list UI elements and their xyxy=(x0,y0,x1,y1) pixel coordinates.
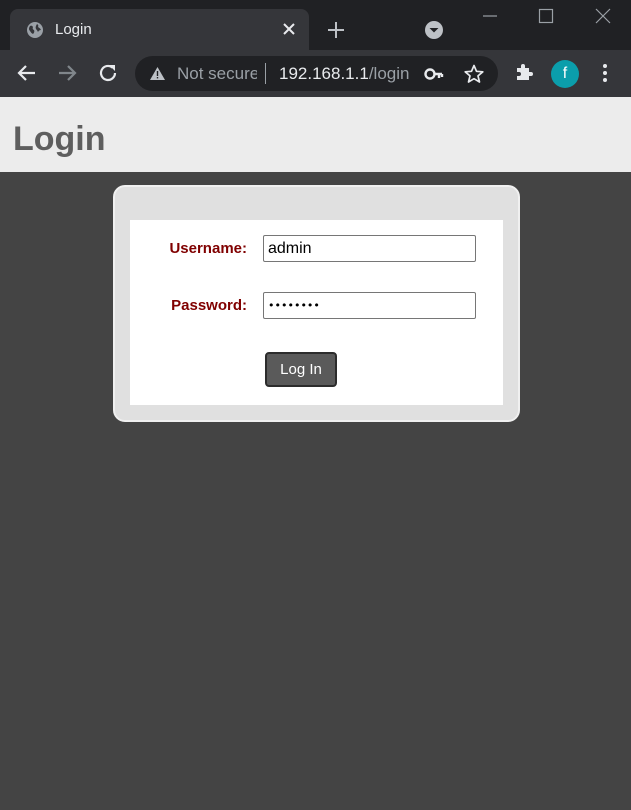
bookmark-star-icon[interactable] xyxy=(463,63,485,85)
warning-icon[interactable] xyxy=(149,65,166,82)
password-field[interactable]: •••••••• xyxy=(263,292,476,319)
key-icon[interactable] xyxy=(424,64,444,84)
minimize-icon[interactable] xyxy=(480,6,500,26)
address-separator xyxy=(265,63,266,84)
password-label: Password: xyxy=(171,297,247,314)
tab-strip: Login xyxy=(0,0,631,50)
maximize-icon[interactable] xyxy=(536,6,556,26)
page-header: Login xyxy=(0,97,631,172)
url-host: 192.168.1.1 xyxy=(279,64,369,83)
browser-toolbar: Not secure 192.168.1.1/login f xyxy=(0,50,631,97)
back-arrow-icon[interactable] xyxy=(14,60,40,86)
address-bar[interactable]: Not secure 192.168.1.1/login xyxy=(135,56,498,91)
url-path: /login xyxy=(368,64,410,83)
close-icon[interactable] xyxy=(280,20,298,38)
username-label: Username: xyxy=(169,240,247,257)
tab-search-icon[interactable] xyxy=(423,19,445,41)
login-form: Username: admin Password: •••••••• Log I… xyxy=(130,220,503,405)
globe-icon xyxy=(27,22,43,38)
profile-avatar[interactable]: f xyxy=(551,60,579,88)
browser-tab[interactable]: Login xyxy=(10,9,309,50)
extensions-puzzle-icon[interactable] xyxy=(513,60,537,84)
security-label[interactable]: Not secure xyxy=(177,64,257,83)
tab-title: Login xyxy=(55,21,92,38)
forward-arrow-icon[interactable] xyxy=(54,60,80,86)
username-field[interactable]: admin xyxy=(263,235,476,262)
new-tab-icon[interactable] xyxy=(325,19,347,41)
login-panel: Username: admin Password: •••••••• Log I… xyxy=(113,185,520,422)
kebab-menu-icon[interactable] xyxy=(595,61,615,85)
window-close-icon[interactable] xyxy=(593,6,613,26)
url-text[interactable]: 192.168.1.1/login xyxy=(279,64,409,83)
login-button[interactable]: Log In xyxy=(265,352,337,387)
page-title: Login xyxy=(13,120,106,158)
reload-icon[interactable] xyxy=(95,60,121,86)
